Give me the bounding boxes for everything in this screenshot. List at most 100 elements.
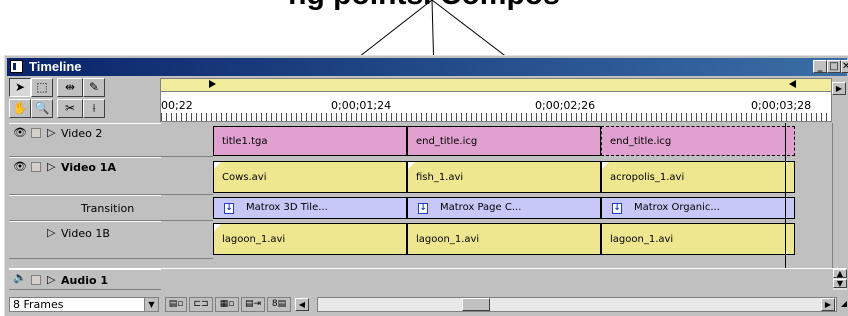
track-name: Video 1A: [61, 161, 116, 174]
title-bar[interactable]: Timeline _ □ ✕: [7, 58, 848, 76]
callout-text: ng points. Compos: [0, 0, 848, 12]
time-ruler[interactable]: 00;22 0;00;01;24 0;00;02;26 0;00;03;28: [160, 78, 832, 122]
clip-label: lagoon_1.avi: [222, 234, 286, 245]
transition-label: Matrox Organic...: [634, 202, 720, 213]
ruler-right-arrow-icon[interactable]: ▶: [832, 82, 846, 95]
scroll-up-arrow-icon[interactable]: ▲: [833, 269, 847, 278]
timeline-window-icon: [10, 60, 23, 73]
clip[interactable]: lagoon_1.avi: [601, 223, 795, 255]
scroll-right-arrow-icon[interactable]: ▶: [821, 298, 835, 311]
work-area-bar[interactable]: [161, 79, 831, 92]
time-zoom-value: 8 Frames: [13, 298, 64, 311]
expand-triangle-icon[interactable]: ▷: [47, 226, 55, 239]
toggle-snap-icon[interactable]: ⊏⊐: [189, 297, 213, 312]
zoom-tool-icon[interactable]: 🔍: [31, 99, 53, 118]
track-header-video-2[interactable]: 👁 ▷ Video 2: [9, 123, 161, 157]
eye-icon[interactable]: 👁: [13, 161, 27, 172]
close-button[interactable]: ✕: [841, 60, 848, 73]
tracks-area: 👁 ▷ Video 2 title1.tga end_title.icg end…: [9, 123, 833, 268]
in-out-tool-icon[interactable]: ⟊: [83, 99, 105, 118]
track-options-icon[interactable]: ▤▫: [165, 297, 187, 312]
lock-toggle[interactable]: [31, 275, 41, 285]
pen-tool-icon[interactable]: ✎: [83, 78, 105, 97]
expand-triangle-icon[interactable]: ▷: [47, 273, 55, 286]
scroll-down-arrow-icon[interactable]: ▼: [833, 279, 847, 288]
transition-label: Matrox Page C...: [440, 202, 522, 213]
lock-toggle[interactable]: [31, 162, 41, 172]
ruler-ticks: [161, 113, 831, 121]
lock-toggle[interactable]: [31, 128, 41, 138]
bottom-toolbar: 8 Frames ▼ ▤▫ ⊏⊐ ▦▫ ▤⇥ 8▤ ◀ ▶ ◢: [9, 296, 848, 314]
work-area-start-marker[interactable]: [209, 80, 216, 88]
expand-triangle-icon[interactable]: ▷: [47, 160, 55, 173]
ruler-label: 0;00;02;26: [535, 99, 596, 112]
speaker-icon[interactable]: 🔈: [13, 272, 27, 283]
range-select-tool-icon[interactable]: ⬚: [31, 78, 53, 97]
toggle-shift-tracks-icon[interactable]: ▦▫: [215, 297, 239, 312]
multitrack-select-tool-icon[interactable]: ⇹: [57, 78, 83, 97]
ruler-label: 0;00;03;28: [751, 99, 812, 112]
audio-scrollbar[interactable]: ▲ ▼: [833, 269, 847, 290]
tool-palette: ➤ ⬚ ⇹ ✎ ✋ 🔍 ✂ ⟊: [9, 78, 157, 122]
toggle-edge-view-icon[interactable]: 8▤: [267, 297, 291, 312]
work-area-end-marker[interactable]: [789, 80, 796, 88]
transition-lane: ↓ Matrox 3D Tile... ↓ Matrox Page C... ↓ Ma…: [213, 195, 833, 221]
transition-arrow-icon: ↓: [612, 203, 622, 214]
clip[interactable]: lagoon_1.avi: [407, 223, 601, 255]
clip[interactable]: title1.tga: [213, 126, 407, 156]
transition-arrow-icon: ↓: [418, 203, 428, 214]
clip-corner-icon: [214, 224, 221, 231]
toggle-sync-mode-icon[interactable]: ▤⇥: [241, 297, 265, 312]
razor-tool-icon[interactable]: ✂: [57, 99, 83, 118]
clip-label: acropolis_1.avi: [610, 172, 685, 183]
scrollbar-thumb[interactable]: [462, 298, 490, 311]
clip-corner-icon: [602, 162, 609, 169]
track-name: Video 1B: [61, 227, 110, 240]
edit-line[interactable]: [785, 123, 786, 268]
selection-tool-icon[interactable]: ➤: [9, 78, 31, 97]
track-gap: [161, 195, 213, 221]
transition-clip[interactable]: ↓ Matrox Page C...: [407, 197, 601, 219]
track-header-transition[interactable]: Transition: [9, 195, 161, 221]
transition-clip[interactable]: ↓ Matrox 3D Tile...: [213, 197, 407, 219]
scroll-left-arrow-icon[interactable]: ◀: [295, 298, 309, 311]
ruler-scroll-area: ▶: [832, 78, 846, 122]
track-header-video-1a[interactable]: 👁 ▷ Video 1A: [9, 157, 161, 195]
track-gap: [161, 221, 213, 259]
clip-label: fish_1.avi: [416, 172, 464, 183]
clip-selected[interactable]: end_title.icg: [601, 126, 795, 156]
track-gap: [161, 123, 213, 157]
ruler-label: 00;22: [161, 99, 193, 112]
clip-label: Cows.avi: [222, 172, 267, 183]
timeline-horizontal-scrollbar[interactable]: [317, 297, 837, 312]
clip[interactable]: lagoon_1.avi: [213, 223, 407, 255]
track-header-video-1b[interactable]: ▷ Video 1B: [9, 221, 161, 259]
track-name: Audio 1: [61, 274, 109, 287]
clip[interactable]: acropolis_1.avi: [601, 161, 795, 193]
timeline-window: Timeline _ □ ✕ ➤ ⬚ ⇹ ✎ ✋ 🔍 ✂ ⟊ 00;22 0;0…: [4, 55, 848, 316]
clip-corner-icon: [214, 162, 221, 169]
tracks-vertical-scrollbar[interactable]: [832, 123, 847, 268]
resize-grip-icon[interactable]: ◢: [837, 298, 848, 311]
transition-clip[interactable]: ↓ Matrox Organic...: [601, 197, 795, 219]
ruler-label: 0;00;01;24: [331, 99, 392, 112]
expand-triangle-icon[interactable]: ▷: [47, 126, 55, 139]
eye-icon[interactable]: 👁: [13, 127, 27, 138]
time-zoom-select[interactable]: 8 Frames ▼: [9, 297, 159, 312]
hand-tool-icon[interactable]: ✋: [9, 99, 31, 118]
track-name: Video 2: [61, 127, 103, 140]
track-header-audio-1[interactable]: 🔈 ▷ Audio 1: [9, 269, 161, 290]
clip-corner-icon: [408, 162, 415, 169]
chevron-down-icon[interactable]: ▼: [144, 298, 158, 311]
track-name: Transition: [81, 202, 135, 215]
video1b-lane: lagoon_1.avi lagoon_1.avi lagoon_1.avi: [213, 221, 833, 259]
transition-arrow-icon: ↓: [224, 203, 234, 214]
track-gap: [161, 157, 213, 195]
maximize-button[interactable]: □: [827, 60, 841, 73]
clip[interactable]: fish_1.avi: [407, 161, 601, 193]
minimize-button[interactable]: _: [813, 60, 827, 73]
video2-lane: title1.tga end_title.icg end_title.icg: [213, 123, 833, 157]
clip[interactable]: Cows.avi: [213, 161, 407, 193]
clip[interactable]: end_title.icg: [407, 126, 601, 156]
window-title: Timeline: [29, 59, 82, 74]
